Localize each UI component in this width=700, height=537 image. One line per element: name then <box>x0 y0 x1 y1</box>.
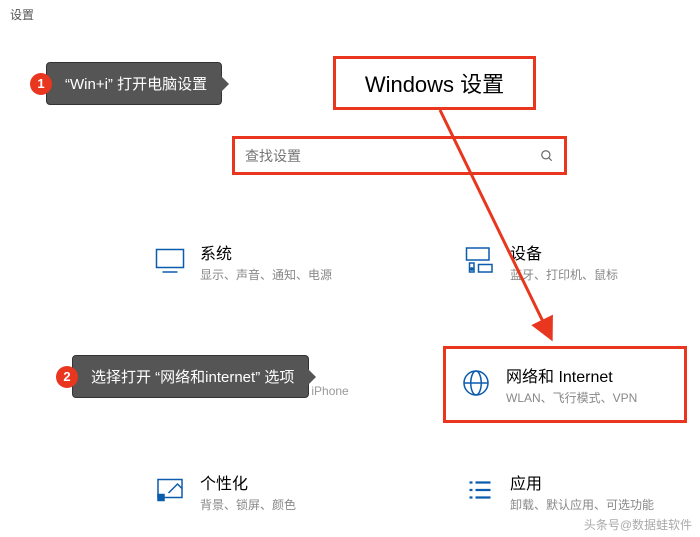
search-box[interactable] <box>232 136 567 175</box>
apps-icon <box>460 470 500 510</box>
page-title: Windows 设置 <box>365 67 504 99</box>
tile-title: 网络和 Internet <box>506 363 637 387</box>
tile-title: 个性化 <box>200 470 296 494</box>
personalization-icon <box>150 470 190 510</box>
search-input[interactable] <box>245 148 534 164</box>
tile-apps[interactable]: 应用 卸载、默认应用、可选功能 <box>460 470 700 513</box>
page-title-highlight: Windows 设置 <box>333 56 536 110</box>
tile-subtitle: 显示、声音、通知、电源 <box>200 266 332 283</box>
annotation-callout-2: 2 选择打开 “网络和internet” 选项 <box>56 355 309 398</box>
search-icon <box>540 149 554 163</box>
tile-title: 应用 <box>510 470 654 494</box>
tile-subtitle: WLAN、飞行模式、VPN <box>506 389 637 406</box>
tile-network-highlight[interactable]: 网络和 Internet WLAN、飞行模式、VPN <box>443 346 687 423</box>
tile-personalization[interactable]: 个性化 背景、锁屏、颜色 <box>150 470 400 513</box>
tile-subtitle: 背景、锁屏、颜色 <box>200 496 296 513</box>
tile-devices[interactable]: 设备 蓝牙、打印机、鼠标 <box>460 240 700 283</box>
watermark-text: 头条号@数据蛙软件 <box>584 516 692 533</box>
tile-title: 系统 <box>200 240 332 264</box>
tile-subtitle: 卸载、默认应用、可选功能 <box>510 496 654 513</box>
annotation-callout-1: 1 “Win+i” 打开电脑设置 <box>30 62 222 105</box>
tile-system[interactable]: 系统 显示、声音、通知、电源 <box>150 240 400 283</box>
network-icon <box>456 363 496 403</box>
window-title: 设置 <box>0 0 700 29</box>
window-title-text: 设置 <box>10 8 34 22</box>
annotation-tip: “Win+i” 打开电脑设置 <box>46 62 222 105</box>
tile-title: 设备 <box>510 240 618 264</box>
system-icon <box>150 240 190 280</box>
annotation-tip: 选择打开 “网络和internet” 选项 <box>72 355 309 398</box>
tile-subtitle: 蓝牙、打印机、鼠标 <box>510 266 618 283</box>
devices-icon <box>460 240 500 280</box>
annotation-badge: 2 <box>56 366 78 388</box>
annotation-badge: 1 <box>30 73 52 95</box>
